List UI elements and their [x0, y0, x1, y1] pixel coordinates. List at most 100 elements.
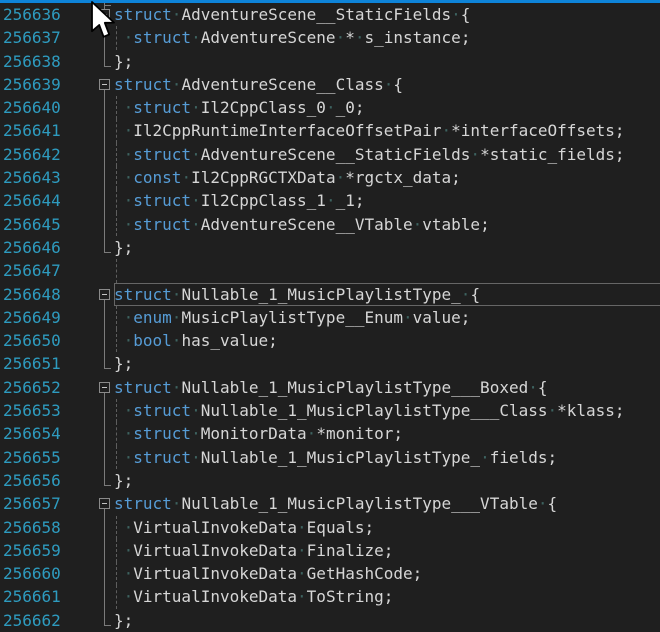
- code-line[interactable]: 256662};: [0, 609, 660, 632]
- line-number[interactable]: 256659: [0, 539, 91, 562]
- code-line[interactable]: 256658 ·VirtualInvokeData·Equals;: [0, 516, 660, 539]
- code-text[interactable]: };: [114, 236, 660, 259]
- code-line[interactable]: 256661 ·VirtualInvokeData·ToString;: [0, 585, 660, 608]
- code-text[interactable]: ·VirtualInvokeData·Finalize;: [114, 539, 660, 562]
- line-number[interactable]: 256641: [0, 119, 91, 142]
- code-line[interactable]: 256655 ·struct·Nullable_1_MusicPlaylistT…: [0, 446, 660, 469]
- line-number[interactable]: 256658: [0, 516, 91, 539]
- code-line[interactable]: 256652 struct·Nullable_1_MusicPlaylistTyp…: [0, 376, 660, 399]
- line-number[interactable]: 256660: [0, 562, 91, 585]
- code-line[interactable]: 256636 struct·AdventureScene__StaticField…: [0, 3, 660, 26]
- line-number[interactable]: 256648: [0, 283, 91, 306]
- code-line[interactable]: 256656};: [0, 469, 660, 492]
- code-line[interactable]: 256641 ·Il2CppRuntimeInterfaceOffsetPair…: [0, 119, 660, 142]
- code-line[interactable]: 256647: [0, 259, 660, 282]
- line-number[interactable]: 256639: [0, 73, 91, 96]
- indent-guide: [116, 119, 117, 142]
- code-text[interactable]: };: [114, 50, 660, 73]
- line-number[interactable]: 256642: [0, 143, 91, 166]
- code-text[interactable]: struct·Nullable_1_MusicPlaylistType_·{: [114, 283, 660, 306]
- line-number[interactable]: 256644: [0, 189, 91, 212]
- line-number[interactable]: 256662: [0, 609, 91, 632]
- code-line[interactable]: 256640 ·struct·Il2CppClass_0·_0;: [0, 96, 660, 119]
- fold-toggle[interactable]: [91, 73, 114, 96]
- line-number[interactable]: 256637: [0, 26, 91, 49]
- indent-guide: [116, 166, 117, 189]
- code-line[interactable]: 256639 struct·AdventureScene__Class·{: [0, 73, 660, 96]
- code-line[interactable]: 256646};: [0, 236, 660, 259]
- line-number[interactable]: 256645: [0, 213, 91, 236]
- code-text[interactable]: };: [114, 609, 660, 632]
- code-text[interactable]: ·struct·Nullable_1_MusicPlaylistType___C…: [114, 399, 660, 422]
- fold-toggle[interactable]: [91, 376, 114, 399]
- code-line[interactable]: 256659 ·VirtualInvokeData·Finalize;: [0, 539, 660, 562]
- identifier-token: {: [470, 285, 480, 304]
- identifier-token: *klass;: [557, 401, 624, 420]
- code-line[interactable]: 256660 ·VirtualInvokeData·GetHashCode;: [0, 562, 660, 585]
- code-text[interactable]: ·Il2CppRuntimeInterfaceOffsetPair·*inter…: [114, 119, 660, 142]
- keyword-token: enum: [133, 308, 172, 327]
- keyword-token: const: [133, 168, 181, 187]
- line-number[interactable]: 256656: [0, 469, 91, 492]
- code-text[interactable]: ·enum·MusicPlaylistType__Enum·value;: [114, 306, 660, 329]
- code-line[interactable]: 256649 ·enum·MusicPlaylistType__Enum·val…: [0, 306, 660, 329]
- line-number[interactable]: 256653: [0, 399, 91, 422]
- code-line[interactable]: 256644 ·struct·Il2CppClass_1·_1;: [0, 189, 660, 212]
- code-text[interactable]: struct·Nullable_1_MusicPlaylistType___VT…: [114, 492, 660, 515]
- code-line[interactable]: 256637 ·struct·AdventureScene·*·s_instan…: [0, 26, 660, 49]
- code-text[interactable]: };: [114, 469, 660, 492]
- code-text[interactable]: [114, 259, 660, 282]
- fold-toggle[interactable]: [91, 3, 114, 26]
- line-number[interactable]: 256647: [0, 259, 91, 282]
- code-line[interactable]: 256654 ·struct·MonitorData·*monitor;: [0, 422, 660, 445]
- fold-toggle[interactable]: [91, 492, 114, 515]
- code-text[interactable]: ·struct·Il2CppClass_0·_0;: [114, 96, 660, 119]
- line-number[interactable]: 256661: [0, 585, 91, 608]
- code-text[interactable]: ·struct·AdventureScene__VTable·vtable;: [114, 213, 660, 236]
- code-line[interactable]: 256653 ·struct·Nullable_1_MusicPlaylistT…: [0, 399, 660, 422]
- line-number[interactable]: 256649: [0, 306, 91, 329]
- line-number[interactable]: 256651: [0, 352, 91, 375]
- line-number[interactable]: 256643: [0, 166, 91, 189]
- code-line[interactable]: 256638};: [0, 50, 660, 73]
- identifier-token: vtable;: [422, 215, 489, 234]
- code-line[interactable]: 256651};: [0, 352, 660, 375]
- line-number[interactable]: 256655: [0, 446, 91, 469]
- code-text[interactable]: struct·AdventureScene__StaticFields·{: [114, 3, 660, 26]
- code-text[interactable]: ·struct·MonitorData·*monitor;: [114, 422, 660, 445]
- code-text[interactable]: ·VirtualInvokeData·ToString;: [114, 585, 660, 608]
- line-number[interactable]: 256654: [0, 422, 91, 445]
- line-number[interactable]: 256650: [0, 329, 91, 352]
- code-line[interactable]: 256657 struct·Nullable_1_MusicPlaylistTyp…: [0, 492, 660, 515]
- line-number[interactable]: 256636: [0, 3, 91, 26]
- identifier-token: VirtualInvokeData: [133, 564, 297, 583]
- code-text[interactable]: ·VirtualInvokeData·GetHashCode;: [114, 562, 660, 585]
- line-number[interactable]: 256657: [0, 492, 91, 515]
- code-text[interactable]: ·struct·AdventureScene__StaticFields·*st…: [114, 143, 660, 166]
- code-text[interactable]: struct·AdventureScene__Class·{: [114, 73, 660, 96]
- code-text[interactable]: ·struct·AdventureScene·*·s_instance;: [114, 26, 660, 49]
- line-number[interactable]: 256646: [0, 236, 91, 259]
- code-line[interactable]: 256648 struct·Nullable_1_MusicPlaylistTyp…: [0, 283, 660, 306]
- outline-margin-line: [104, 446, 105, 469]
- code-line[interactable]: 256650 ·bool·has_value;: [0, 329, 660, 352]
- code-text[interactable]: struct·Nullable_1_MusicPlaylistType___Bo…: [114, 376, 660, 399]
- line-number[interactable]: 256652: [0, 376, 91, 399]
- code-text[interactable]: };: [114, 352, 660, 375]
- outline-margin-line: [104, 625, 111, 626]
- line-number[interactable]: 256640: [0, 96, 91, 119]
- fold-toggle[interactable]: [91, 283, 114, 306]
- code-text[interactable]: ·VirtualInvokeData·Equals;: [114, 516, 660, 539]
- code-line[interactable]: 256645 ·struct·AdventureScene__VTable·vt…: [0, 213, 660, 236]
- code-text[interactable]: ·bool·has_value;: [114, 329, 660, 352]
- identifier-token: {: [548, 494, 558, 513]
- identifier-token: GetHashCode;: [307, 564, 423, 583]
- line-number[interactable]: 256638: [0, 50, 91, 73]
- identifier-token: value;: [413, 308, 471, 327]
- code-line[interactable]: 256642 ·struct·AdventureScene__StaticFie…: [0, 143, 660, 166]
- code-line[interactable]: 256643 ·const·Il2CppRGCTXData·*rgctx_dat…: [0, 166, 660, 189]
- fold-margin: [91, 516, 114, 539]
- code-text[interactable]: ·struct·Il2CppClass_1·_1;: [114, 189, 660, 212]
- code-text[interactable]: ·struct·Nullable_1_MusicPlaylistType_·fi…: [114, 446, 660, 469]
- code-text[interactable]: ·const·Il2CppRGCTXData·*rgctx_data;: [114, 166, 660, 189]
